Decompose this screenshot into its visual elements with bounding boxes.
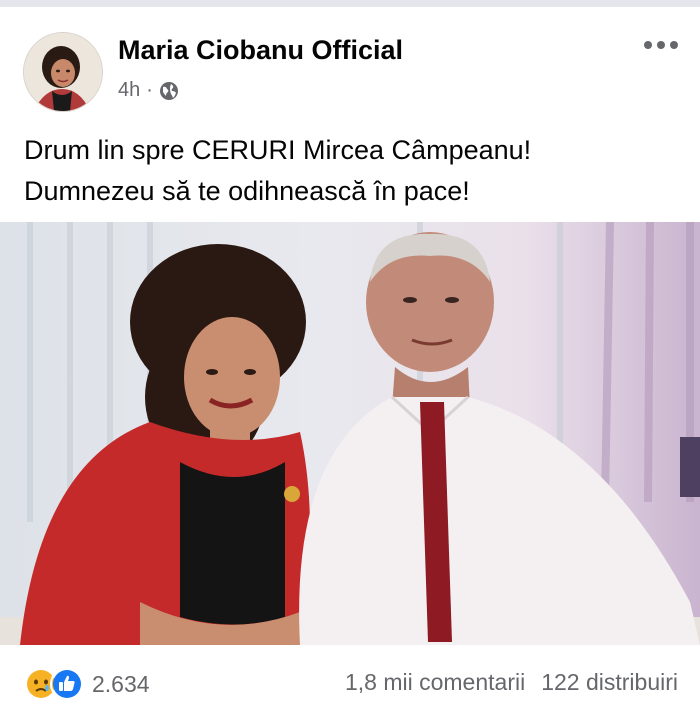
top-divider: [0, 0, 700, 7]
more-options-button[interactable]: [644, 41, 678, 49]
comments-link[interactable]: 1,8 mii comentarii: [345, 669, 525, 696]
globe-icon[interactable]: [159, 81, 179, 101]
avatar-portrait: [24, 33, 102, 111]
post-header: Maria Ciobanu Official 4h ·: [0, 7, 700, 115]
post-text-line: Dumnezeu să te odihnească în pace!: [24, 176, 470, 206]
dot-icon: [670, 41, 678, 49]
meta-separator: ·: [146, 79, 153, 101]
like-reaction-icon: [50, 667, 84, 701]
shares-link[interactable]: 122 distribuiri: [541, 669, 678, 696]
post-footer: 2.634 1,8 mii comentarii 122 distribuiri: [0, 645, 700, 709]
reactions-summary[interactable]: 2.634: [24, 667, 150, 701]
avatar[interactable]: [23, 32, 103, 112]
post-time[interactable]: 4h: [118, 79, 140, 102]
author-name[interactable]: Maria Ciobanu Official: [118, 35, 403, 66]
post-text-line: Drum lin spre CERURI Mircea Câmpeanu!: [24, 135, 532, 165]
post-photo[interactable]: [0, 222, 700, 645]
reaction-count: 2.634: [92, 670, 150, 697]
post-meta: 4h ·: [118, 79, 179, 102]
dot-icon: [644, 41, 652, 49]
dot-icon: [657, 41, 665, 49]
post-stats: 1,8 mii comentarii 122 distribuiri: [345, 669, 678, 696]
post-text: Drum lin spre CERURI Mircea Câmpeanu! Du…: [24, 130, 684, 212]
photo-illustration: [0, 222, 700, 645]
